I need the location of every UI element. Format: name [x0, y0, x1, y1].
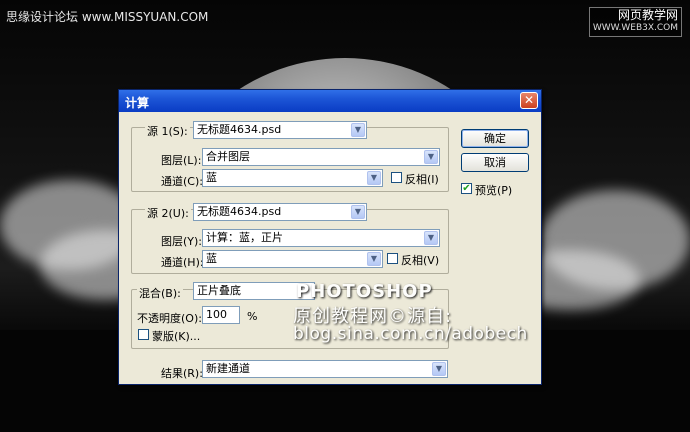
source1-channel-label: 通道(C): [161, 175, 203, 188]
chevron-down-icon: ▼ [367, 171, 381, 185]
mask-label: 蒙版(K)... [152, 330, 201, 343]
source2-layer-value: 计算：蓝，正片 [206, 231, 283, 244]
watermark-line1: PHOTOSHOP [296, 281, 433, 302]
ok-button[interactable]: 确定 [461, 129, 529, 148]
dialog-title: 计算 [125, 96, 150, 110]
source1-channel-value: 蓝 [206, 171, 217, 184]
source1-layer-label: 图层(L): [161, 154, 202, 167]
chevron-down-icon: ▼ [367, 252, 381, 266]
chevron-down-icon: ▼ [351, 205, 365, 219]
opacity-value: 100 [206, 308, 227, 321]
source1-layer-value: 合并图层 [206, 150, 250, 163]
source2-invert-label: 反相(V) [401, 254, 440, 267]
site-brand-left: 思缘设计论坛 www.MISSYUAN.COM [6, 10, 209, 24]
cancel-button[interactable]: 取消 [461, 153, 529, 172]
source1-layer-select[interactable]: 合并图层 ▼ [202, 148, 440, 166]
site-brand-right-name: 网页教学网 [617, 8, 678, 22]
chevron-down-icon: ▼ [424, 231, 438, 245]
source1-file-value: 无标题4634.psd [197, 123, 282, 136]
close-button[interactable]: ✕ [520, 92, 538, 109]
source1-file-select[interactable]: 无标题4634.psd ▼ [193, 121, 367, 139]
chevron-down-icon: ▼ [424, 150, 438, 164]
opacity-unit: % [247, 310, 258, 323]
chevron-down-icon: ▼ [351, 123, 365, 137]
source2-channel-value: 蓝 [206, 252, 217, 265]
opacity-label: 不透明度(O): [137, 312, 202, 325]
source2-file-value: 无标题4634.psd [197, 205, 282, 218]
result-value: 新建通道 [206, 362, 250, 375]
source2-invert-checkbox[interactable] [387, 253, 398, 264]
watermark-line3: blog.sina.com.cn/adobech [293, 324, 528, 344]
dialog-titlebar[interactable]: 计算 ✕ [119, 90, 541, 112]
site-brand-right: 网页教学网 WWW.WEB3X.COM [588, 7, 682, 37]
source1-invert-label: 反相(I) [405, 173, 439, 186]
chevron-down-icon: ▼ [432, 362, 446, 376]
source2-file-select[interactable]: 无标题4634.psd ▼ [193, 203, 367, 221]
source2-channel-select[interactable]: 蓝 ▼ [202, 250, 383, 268]
source2-layer-label: 图层(Y): [161, 235, 203, 248]
mask-checkbox[interactable] [138, 329, 149, 340]
source1-invert-checkbox[interactable] [391, 172, 402, 183]
preview-label: 预览(P) [475, 184, 513, 197]
preview-checkbox[interactable]: ✔ [461, 183, 472, 194]
source1-channel-select[interactable]: 蓝 ▼ [202, 169, 383, 187]
check-icon: ✔ [462, 183, 471, 194]
source1-label: 源 1(S): [145, 123, 190, 139]
opacity-input[interactable]: 100 [202, 306, 240, 324]
close-icon: ✕ [523, 93, 535, 107]
blend-label: 混合(B): [137, 285, 183, 301]
source2-layer-select[interactable]: 计算：蓝，正片 ▼ [202, 229, 440, 247]
result-select[interactable]: 新建通道 ▼ [202, 360, 448, 378]
result-label: 结果(R): [161, 367, 203, 380]
source2-label: 源 2(U): [145, 205, 191, 221]
source2-channel-label: 通道(H): [161, 256, 204, 269]
site-brand-right-url: WWW.WEB3X.COM [592, 23, 678, 33]
blend-mode-value: 正片叠底 [197, 284, 241, 297]
